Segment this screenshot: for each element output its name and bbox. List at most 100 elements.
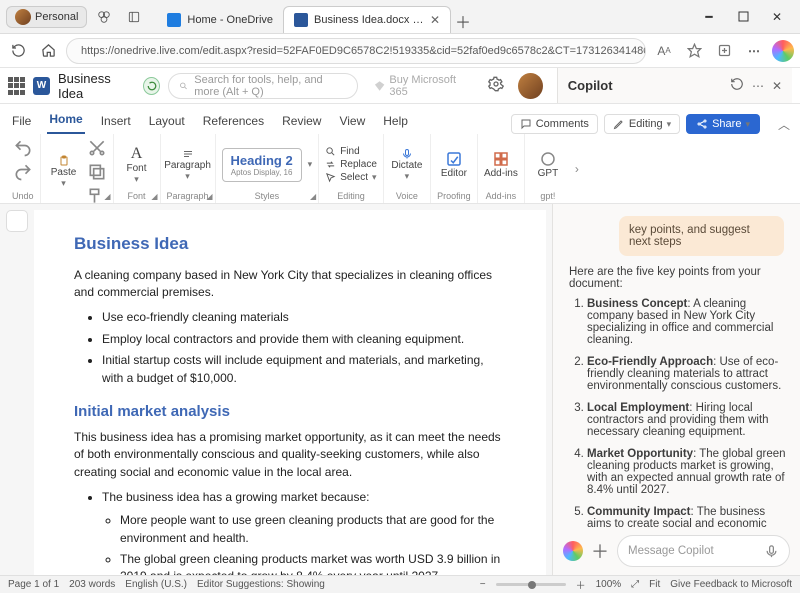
workspaces-icon[interactable] bbox=[91, 4, 117, 30]
dialog-launcher-icon[interactable]: ◢ bbox=[310, 192, 316, 201]
status-editor[interactable]: Editor Suggestions: Showing bbox=[197, 579, 325, 590]
zoom-slider[interactable] bbox=[496, 583, 566, 586]
copilot-input[interactable]: Message Copilot bbox=[617, 535, 790, 567]
tab-actions-icon[interactable] bbox=[121, 4, 147, 30]
url-input[interactable]: https://onedrive.live.com/edit.aspx?resi… bbox=[66, 38, 646, 64]
app-launcher-button[interactable] bbox=[8, 77, 25, 95]
onedrive-icon bbox=[167, 13, 181, 27]
tab-insert[interactable]: Insert bbox=[99, 108, 133, 134]
microphone-icon[interactable] bbox=[764, 544, 779, 559]
status-page[interactable]: Page 1 of 1 bbox=[8, 579, 59, 590]
ribbon: Undo Paste ▾ Clipboard ◢ A Font ▾ Font bbox=[0, 134, 800, 204]
zoom-in-button[interactable]: ＋ bbox=[576, 577, 586, 592]
user-avatar[interactable] bbox=[518, 73, 543, 99]
url-text: https://onedrive.live.com/edit.aspx?resi… bbox=[81, 45, 646, 57]
cut-button[interactable] bbox=[87, 138, 107, 158]
favorite-button[interactable] bbox=[682, 39, 706, 63]
editor-button[interactable]: Editor bbox=[437, 148, 471, 182]
font-dropdown[interactable]: A Font ▾ bbox=[120, 148, 154, 182]
comments-button[interactable]: Comments bbox=[511, 114, 598, 134]
tab-help[interactable]: Help bbox=[381, 108, 410, 134]
copilot-browser-icon[interactable] bbox=[772, 40, 794, 62]
copilot-input-row: ＋ Message Copilot bbox=[553, 527, 800, 575]
tab-file[interactable]: File bbox=[10, 108, 33, 134]
group-clipboard: Paste ▾ Clipboard ◢ bbox=[41, 134, 114, 203]
word-search-input[interactable]: Search for tools, help, and more (Alt + … bbox=[168, 73, 358, 99]
gpt-button[interactable]: GPT bbox=[531, 148, 565, 182]
minimize-button[interactable]: ━ bbox=[692, 3, 726, 31]
group-voice: Dictate ▾ Voice bbox=[384, 134, 431, 203]
maximize-button[interactable] bbox=[726, 3, 760, 31]
dialog-launcher-icon[interactable]: ◢ bbox=[151, 192, 157, 201]
dictate-button[interactable]: Dictate ▾ bbox=[390, 148, 424, 182]
status-language[interactable]: English (U.S.) bbox=[125, 579, 187, 590]
refresh-button[interactable] bbox=[6, 39, 30, 63]
buy-m365-link[interactable]: Buy Microsoft 365 bbox=[374, 74, 472, 98]
doc-p2: This business idea has a promising marke… bbox=[74, 429, 506, 481]
headings-pane-button[interactable] bbox=[6, 210, 28, 232]
zoom-level[interactable]: 100% bbox=[596, 579, 622, 590]
tab-word-doc[interactable]: Business Idea.docx - Microsoft W ✕ bbox=[283, 6, 451, 33]
tab-layout[interactable]: Layout bbox=[147, 108, 187, 134]
fit-label[interactable]: Fit bbox=[649, 579, 660, 590]
home-button[interactable] bbox=[36, 39, 60, 63]
text-size-button[interactable]: AA bbox=[652, 39, 676, 63]
paste-button[interactable]: Paste ▾ bbox=[47, 155, 81, 189]
group-undo: Undo bbox=[6, 134, 41, 203]
select-button[interactable]: Select▾ bbox=[325, 172, 377, 183]
settings-button[interactable] bbox=[488, 76, 504, 95]
copilot-header: Copilot ⋯ ✕ bbox=[557, 68, 792, 103]
dialog-launcher-icon[interactable]: ◢ bbox=[104, 192, 110, 201]
list-item: The business idea has a growing market b… bbox=[102, 489, 506, 506]
feedback-link[interactable]: Give Feedback to Microsoft bbox=[670, 579, 792, 590]
tab-review[interactable]: Review bbox=[280, 108, 323, 134]
copilot-menu-icon[interactable]: ⋯ bbox=[752, 79, 764, 93]
collections-button[interactable] bbox=[712, 39, 736, 63]
dialog-launcher-icon[interactable]: ◢ bbox=[206, 192, 212, 201]
replace-button[interactable]: Replace bbox=[325, 159, 377, 170]
fit-icon[interactable]: ⤢ bbox=[631, 579, 639, 590]
saved-icon[interactable] bbox=[143, 77, 160, 95]
profile-label: Personal bbox=[35, 11, 78, 23]
ribbon-collapse-button[interactable]: ︿ bbox=[778, 116, 790, 133]
browser-menu-button[interactable]: ⋯ bbox=[742, 39, 766, 63]
word-header: W Business Idea Search for tools, help, … bbox=[0, 68, 800, 104]
redo-button[interactable] bbox=[13, 162, 33, 182]
ribbon-overflow-button[interactable]: › bbox=[575, 162, 579, 176]
paragraph-dropdown[interactable]: Paragraph ▾ bbox=[171, 148, 205, 182]
document-title[interactable]: Business Idea bbox=[58, 71, 135, 101]
styles-more-button[interactable]: ▾ bbox=[308, 159, 313, 170]
copilot-title: Copilot bbox=[568, 78, 613, 93]
copilot-close-icon[interactable]: ✕ bbox=[772, 79, 782, 93]
status-bar: Page 1 of 1 203 words English (U.S.) Edi… bbox=[0, 575, 800, 593]
close-window-button[interactable]: ✕ bbox=[760, 3, 794, 31]
tab-references[interactable]: References bbox=[201, 108, 266, 134]
tab-view[interactable]: View bbox=[337, 108, 367, 134]
copilot-add-button[interactable]: ＋ bbox=[591, 538, 609, 564]
copy-button[interactable] bbox=[87, 162, 107, 182]
tab-onedrive[interactable]: Home - OneDrive bbox=[157, 7, 283, 33]
tab-home[interactable]: Home bbox=[47, 106, 84, 134]
copilot-body[interactable]: key points, and suggest next steps Here … bbox=[553, 204, 800, 527]
group-editing: Find Replace Select▾ Editing bbox=[319, 134, 384, 203]
list-item: Use eco-friendly cleaning materials bbox=[102, 309, 506, 326]
list-item: The global green cleaning products marke… bbox=[120, 551, 506, 575]
copilot-suggestion-card[interactable]: key points, and suggest next steps bbox=[619, 216, 784, 256]
find-button[interactable]: Find bbox=[325, 146, 377, 157]
undo-button[interactable] bbox=[13, 138, 33, 158]
list-item: More people want to use green cleaning p… bbox=[120, 512, 506, 547]
new-tab-button[interactable]: ＋ bbox=[451, 9, 475, 33]
close-icon[interactable]: ✕ bbox=[430, 13, 440, 27]
avatar-icon bbox=[15, 9, 31, 25]
profile-button[interactable]: Personal bbox=[6, 6, 87, 28]
editing-mode-button[interactable]: Editing ▾ bbox=[604, 114, 680, 134]
copilot-refresh-icon[interactable] bbox=[730, 77, 744, 94]
share-button[interactable]: Share ▾ bbox=[686, 114, 760, 134]
copilot-pane: key points, and suggest next steps Here … bbox=[552, 204, 800, 575]
status-words[interactable]: 203 words bbox=[69, 579, 115, 590]
document-page[interactable]: Business Idea A cleaning company based i… bbox=[34, 210, 546, 575]
zoom-out-button[interactable]: − bbox=[480, 579, 486, 590]
style-heading2[interactable]: Heading 2 Aptos Display, 16 bbox=[222, 148, 302, 182]
browser-addressbar: https://onedrive.live.com/edit.aspx?resi… bbox=[0, 34, 800, 68]
addins-button[interactable]: Add-ins bbox=[484, 148, 518, 182]
